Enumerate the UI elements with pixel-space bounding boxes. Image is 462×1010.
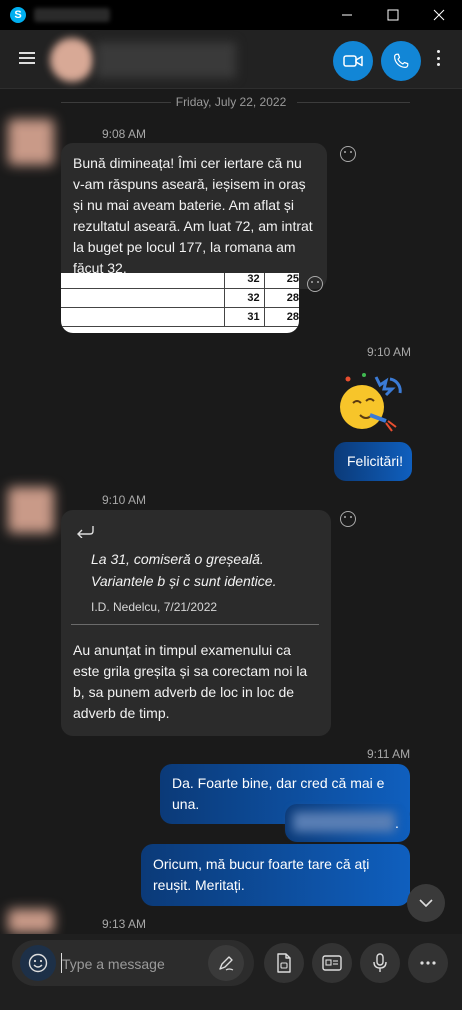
scroll-down-button[interactable] <box>407 884 445 922</box>
attachment-table-row: 32 28 <box>61 288 299 308</box>
quoted-text: La 31, comiseră o greșeală. Variantele b… <box>91 551 277 589</box>
attachment-table-cell: 28 <box>263 307 299 327</box>
more-actions-button[interactable] <box>408 943 448 983</box>
attachment-table-cell: 32 <box>224 288 265 308</box>
send-file-button[interactable] <box>264 943 304 983</box>
close-button[interactable] <box>416 0 462 30</box>
maximize-button[interactable] <box>370 0 416 30</box>
date-separator: Friday, July 22, 2022 <box>0 89 462 115</box>
menu-icon[interactable] <box>19 52 35 64</box>
video-call-icon <box>343 55 363 67</box>
emoji-icon <box>28 953 48 973</box>
attachment-table-cell <box>61 307 226 327</box>
reaction-smiley-icon[interactable] <box>307 276 323 292</box>
window-title-redacted <box>34 8 110 22</box>
outgoing-message[interactable]: Oricum, mă bucur foarte tare că ați reuș… <box>141 844 410 906</box>
chat-history[interactable]: Friday, July 22, 2022 9:08 AM Bună dimin… <box>0 89 462 934</box>
close-icon <box>433 9 445 21</box>
title-bar: S <box>0 0 462 30</box>
outgoing-message-redacted[interactable]: . <box>285 804 410 842</box>
outgoing-message[interactable]: Felicitări! <box>334 442 412 481</box>
reaction-smiley-icon[interactable] <box>340 511 356 527</box>
contact-avatar[interactable] <box>50 38 94 82</box>
reaction-smiley-icon[interactable] <box>340 146 356 162</box>
message-input-container[interactable] <box>12 940 254 986</box>
attachment-table-cell: 32 <box>224 273 265 289</box>
message-text: Au anunțat in timpul examenului ca este … <box>73 642 308 721</box>
quoted-author: I.D. Nedelcu, 7/21/2022 <box>91 600 218 614</box>
date-separator-label: Friday, July 22, 2022 <box>175 95 287 109</box>
quote-divider <box>71 624 319 625</box>
minimize-button[interactable] <box>324 0 370 30</box>
file-icon <box>277 953 291 973</box>
emoji-button[interactable] <box>20 945 56 981</box>
incoming-reply-message[interactable]: La 31, comiseră o greșeală. Variantele b… <box>61 510 331 736</box>
audio-call-button[interactable] <box>381 41 421 81</box>
attachment-table-row: 32 25 <box>61 273 299 289</box>
message-time: 9:10 AM <box>367 345 412 359</box>
sender-avatar[interactable] <box>8 909 54 933</box>
maximize-icon <box>387 9 399 21</box>
reply-arrow-icon <box>77 526 94 538</box>
pen-icon <box>219 956 234 971</box>
attachment-table-cell <box>61 288 226 308</box>
attachment-table-cell <box>61 273 226 289</box>
sender-avatar[interactable] <box>8 487 54 533</box>
image-attachment[interactable]: 32 25 32 28 31 28 <box>61 273 299 333</box>
attachment-table-cell: 25 <box>263 273 299 289</box>
sender-avatar[interactable] <box>8 119 54 165</box>
audio-call-icon <box>394 53 409 68</box>
attachment-table-row: 31 28 <box>61 307 299 327</box>
send-contact-button[interactable] <box>312 943 352 983</box>
microphone-icon <box>373 953 387 972</box>
message-time: 9:13 AM <box>102 917 147 931</box>
skype-logo: S <box>10 7 26 23</box>
message-text: Bună dimineața! Îmi cer iertare că nu v-… <box>73 155 313 276</box>
conversation-header <box>0 30 462 89</box>
minimize-icon <box>342 14 352 16</box>
message-time: 9:08 AM <box>102 127 147 141</box>
attachment-table-cell: 28 <box>263 288 299 308</box>
message-text: Felicitări! <box>347 453 404 469</box>
contact-card-icon <box>322 955 342 971</box>
more-horizontal-icon <box>420 961 436 965</box>
attachment-table-cell: 31 <box>224 307 265 327</box>
incoming-message[interactable]: Bună dimineața! Îmi cer iertare că nu v-… <box>61 143 327 289</box>
format-text-button[interactable] <box>208 945 244 981</box>
video-call-button[interactable] <box>333 41 373 81</box>
message-time: 9:10 AM <box>102 493 147 507</box>
contact-name[interactable] <box>96 42 236 78</box>
message-text: Oricum, mă bucur foarte tare că ați reuș… <box>153 856 370 893</box>
scroll-down-chevron-icon <box>419 899 433 907</box>
more-options-icon[interactable] <box>433 50 443 70</box>
message-composer <box>0 934 462 1010</box>
message-input[interactable] <box>62 954 212 974</box>
party-emoji-sticker[interactable] <box>334 371 404 435</box>
message-text: . <box>395 815 399 831</box>
voice-message-button[interactable] <box>360 943 400 983</box>
message-time: 9:11 AM <box>367 747 411 761</box>
